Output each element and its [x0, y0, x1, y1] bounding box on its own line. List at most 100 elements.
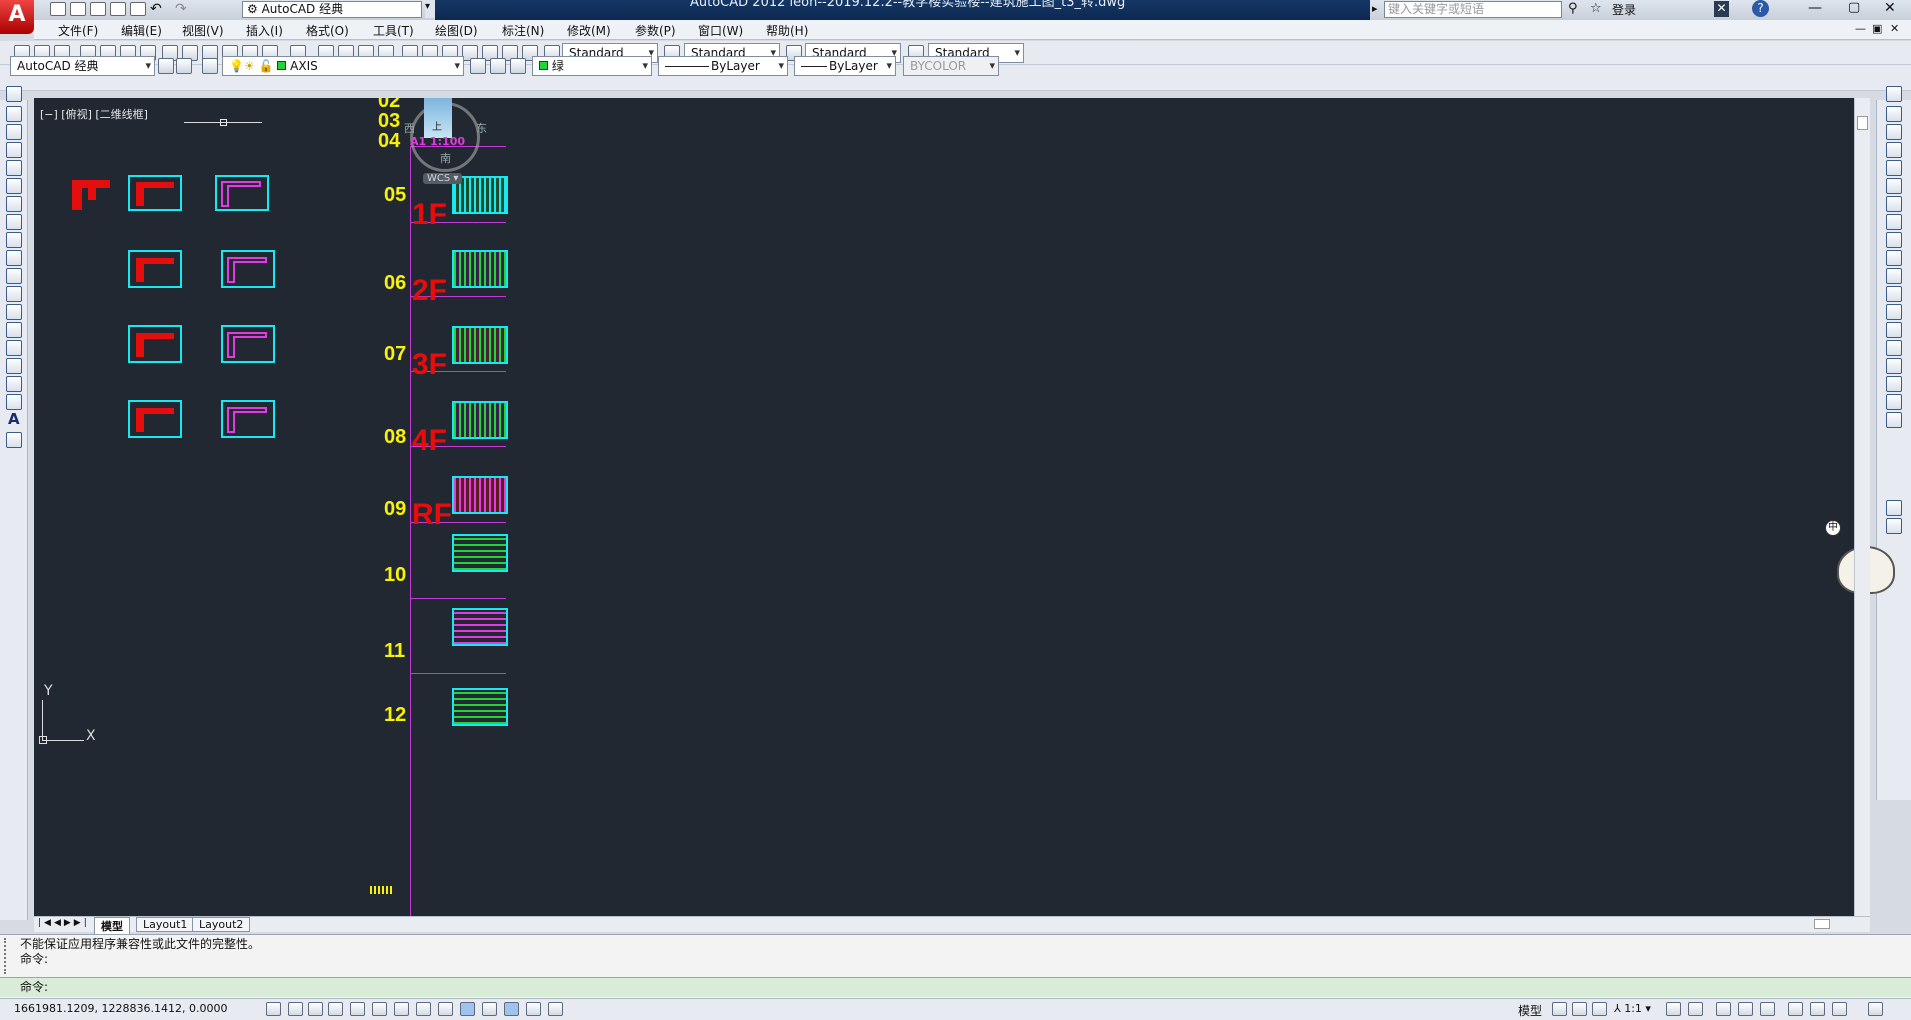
mdi-restore-icon[interactable]: ▣: [1872, 22, 1882, 35]
vscroll-thumb[interactable]: [1857, 116, 1868, 130]
viewcube-east[interactable]: 东: [476, 120, 487, 136]
lineweight-toggle-icon[interactable]: [482, 1002, 497, 1016]
layer-properties-icon[interactable]: [176, 58, 192, 74]
polar-tracking-icon[interactable]: [350, 1002, 365, 1016]
workspace-dropdown[interactable]: ⚙ AutoCAD 经典: [242, 1, 422, 18]
menu-file[interactable]: 文件(F): [58, 22, 98, 39]
hatch-icon[interactable]: [6, 340, 22, 356]
mirror-icon[interactable]: [1886, 124, 1902, 140]
help-icon[interactable]: ?: [1752, 0, 1769, 17]
layer-dropdown[interactable]: 💡☀ 🔓 AXIS: [222, 56, 464, 76]
infer-constraints-icon[interactable]: [266, 1002, 281, 1016]
save-icon[interactable]: [90, 2, 106, 16]
layer-isolate-icon[interactable]: [510, 58, 526, 74]
saveas-icon[interactable]: [110, 2, 126, 16]
blend-icon[interactable]: [1886, 376, 1902, 392]
star-icon[interactable]: ☆: [1590, 1, 1602, 16]
login-link[interactable]: 登录: [1612, 1, 1636, 18]
layer-previous-icon[interactable]: [490, 58, 506, 74]
viewcube-face[interactable]: 上: [424, 98, 452, 138]
drawing-canvas[interactable]: [−] [俯视] [二维线框] 02 03 04 05 06 07 08 09 …: [34, 98, 1854, 916]
vertical-scrollbar[interactable]: [1854, 98, 1870, 916]
wcs-menu[interactable]: WCS ▾: [423, 173, 463, 184]
menu-window[interactable]: 窗口(W): [698, 22, 743, 39]
search-input[interactable]: 键入关键字或短语: [1384, 1, 1562, 18]
rotate-icon[interactable]: [1886, 196, 1902, 212]
coordinates-readout[interactable]: 1661981.1209, 1228836.1412, 0.0000: [14, 1002, 227, 1015]
offset-icon[interactable]: [1886, 142, 1902, 158]
move-icon[interactable]: [1886, 178, 1902, 194]
viewcube-west[interactable]: 西: [404, 120, 415, 136]
ellipse-arc-icon[interactable]: [6, 268, 22, 284]
polygon-icon[interactable]: [6, 142, 22, 158]
grid-display-icon[interactable]: [308, 1002, 323, 1016]
maximize-icon[interactable]: ▢: [1848, 0, 1860, 15]
selection-cycling-icon[interactable]: [548, 1002, 563, 1016]
hardware-accel-icon[interactable]: [1760, 1002, 1775, 1016]
break-icon[interactable]: [1886, 304, 1902, 320]
exchange-icon[interactable]: ✕: [1714, 1, 1729, 17]
osnap-tracking-icon[interactable]: [416, 1002, 431, 1016]
workspace-combo[interactable]: AutoCAD 经典: [10, 56, 155, 76]
stretch-icon[interactable]: [1886, 232, 1902, 248]
linetype-dropdown[interactable]: ByLayer: [658, 56, 788, 76]
menu-tools[interactable]: 工具(T): [373, 22, 414, 39]
mtext-icon[interactable]: A: [8, 410, 20, 428]
explode-icon[interactable]: [1886, 394, 1902, 410]
measure-icon[interactable]: [1886, 500, 1902, 516]
undo-icon[interactable]: ↶: [150, 1, 162, 17]
insert-block-icon[interactable]: [6, 286, 22, 302]
make-current-icon[interactable]: [470, 58, 486, 74]
menu-view[interactable]: 视图(V): [182, 22, 224, 39]
search-expand-icon[interactable]: ▸: [1372, 2, 1378, 15]
quick-view-layouts-icon[interactable]: [1552, 1002, 1567, 1016]
ime-indicator-icon[interactable]: 中: [1825, 520, 1841, 536]
spline-icon[interactable]: [6, 232, 22, 248]
application-menu-button[interactable]: A: [0, 0, 34, 34]
plotstyle-dropdown[interactable]: BYCOLOR: [903, 56, 999, 76]
mdi-close-icon[interactable]: ✕: [1890, 22, 1899, 35]
join-icon[interactable]: [1886, 322, 1902, 338]
binoculars-icon[interactable]: ⚲: [1568, 1, 1578, 16]
workspace-switch-icon[interactable]: [1716, 1002, 1731, 1016]
rectangle-icon[interactable]: [6, 160, 22, 176]
gradient-icon[interactable]: [6, 358, 22, 374]
add-selected-icon[interactable]: [6, 432, 22, 448]
revcloud-icon[interactable]: [6, 214, 22, 230]
qnew-icon[interactable]: [50, 2, 66, 16]
make-block-icon[interactable]: [6, 304, 22, 320]
horizontal-scrollbar[interactable]: [34, 916, 1870, 932]
erase-icon[interactable]: [1886, 86, 1902, 102]
viewcube-south[interactable]: 南: [440, 150, 451, 166]
annotation-visibility-icon[interactable]: [1666, 1002, 1681, 1016]
pan-status-icon[interactable]: [1592, 1002, 1607, 1016]
region-icon[interactable]: [6, 376, 22, 392]
qat-dropdown-icon[interactable]: ▾: [425, 1, 435, 18]
table-icon[interactable]: [6, 394, 22, 410]
menu-parametric[interactable]: 参数(P): [635, 22, 676, 39]
menu-dimension[interactable]: 标注(N): [502, 22, 544, 39]
menu-edit[interactable]: 编辑(E): [121, 22, 162, 39]
quick-properties-icon[interactable]: [526, 1002, 541, 1016]
3d-osnap-icon[interactable]: [394, 1002, 409, 1016]
extend-icon[interactable]: [1886, 268, 1902, 284]
tab-layout1[interactable]: Layout1: [136, 917, 195, 932]
isolate-objects-icon[interactable]: [1788, 1002, 1803, 1016]
hscroll-thumb[interactable]: [1814, 919, 1830, 929]
copy-object-icon[interactable]: [1886, 106, 1902, 122]
object-snap-icon[interactable]: [372, 1002, 387, 1016]
auto-scale-icon[interactable]: [1688, 1002, 1703, 1016]
line-tool-icon[interactable]: [6, 86, 22, 102]
open-icon[interactable]: [70, 2, 86, 16]
transparency-icon[interactable]: [504, 1002, 519, 1016]
annotation-scale[interactable]: ⅄ 1:1 ▾: [1614, 1002, 1651, 1015]
quick-view-drawings-icon[interactable]: [1572, 1002, 1587, 1016]
dynamic-ucs-icon[interactable]: [438, 1002, 453, 1016]
point-icon[interactable]: [6, 322, 22, 338]
trim-icon[interactable]: [1886, 250, 1902, 266]
dynamic-input-icon[interactable]: [460, 1002, 475, 1016]
minimize-icon[interactable]: —: [1808, 0, 1822, 16]
lineweight-dropdown[interactable]: ByLayer: [794, 56, 896, 76]
ortho-mode-icon[interactable]: [328, 1002, 343, 1016]
menu-modify[interactable]: 修改(M): [567, 22, 611, 39]
